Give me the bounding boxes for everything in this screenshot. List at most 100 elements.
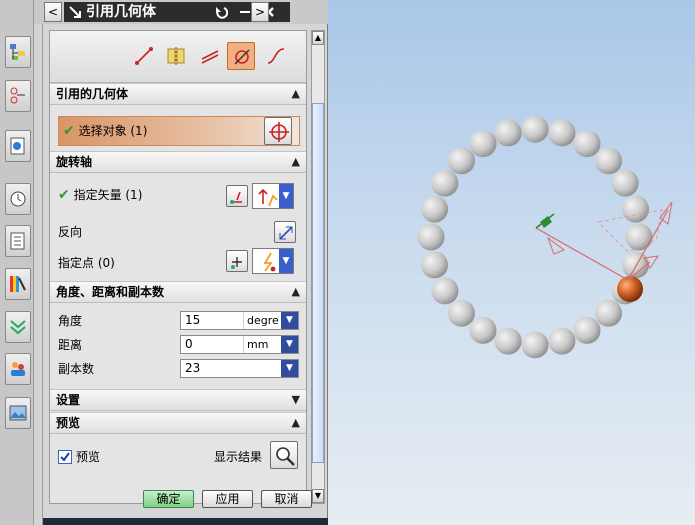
sphere-copy <box>494 119 522 147</box>
mirror-icon[interactable] <box>162 42 190 70</box>
cancel-button[interactable]: 取消 <box>261 490 312 508</box>
chevron-up-icon[interactable]: ▲ <box>292 156 300 168</box>
section-title: 角度、距离和副本数 <box>56 285 165 299</box>
section-settings[interactable]: 设置 ▼ <box>50 389 306 411</box>
preview-label: 预览 <box>76 450 101 464</box>
scroll-up-arrow[interactable]: ▲ <box>312 31 324 45</box>
point-dialog-button[interactable] <box>226 250 248 272</box>
section-title: 预览 <box>56 416 81 430</box>
dialog-title-strip: < 引用几何体 > <box>34 0 328 24</box>
chevron-up-icon[interactable]: ▲ <box>292 88 300 100</box>
section-title: 旋转轴 <box>56 155 93 169</box>
sphere-copy <box>595 299 622 327</box>
parallel-icon[interactable] <box>196 42 224 70</box>
system-materials-icon[interactable] <box>5 225 31 257</box>
sphere-copy <box>448 147 475 175</box>
inferred-point-icon <box>263 252 276 272</box>
unit-dropdown-icon[interactable]: ▼ <box>281 336 298 353</box>
dialog-window: 引用的几何体 ▲ ✔ 选择对象 (1) 旋转轴 ▲ ✔ 指定矢量 (1) ▼ 反… <box>42 24 329 525</box>
panel-scrollbar[interactable]: ▲ ▼ <box>311 30 325 504</box>
scroll-thumb[interactable] <box>312 103 324 463</box>
angle-label: 角度 <box>58 314 83 328</box>
sphere-copy <box>548 327 576 355</box>
visualization-icon[interactable] <box>5 268 31 300</box>
ok-button[interactable]: 确定 <box>143 490 194 508</box>
sphere-copy <box>521 331 549 359</box>
unit-dropdown-icon[interactable]: ▼ <box>281 312 298 329</box>
distance-field[interactable]: 0 mm ▼ <box>180 335 299 354</box>
section-title: 设置 <box>56 393 81 407</box>
sphere-copy <box>421 251 448 279</box>
assembly-navigator-icon[interactable] <box>5 36 31 68</box>
dialog-menu-icon[interactable] <box>68 5 82 19</box>
collapse-right-button[interactable]: > <box>251 2 269 22</box>
vector-type-dropdown[interactable]: ▼ <box>252 183 294 209</box>
reverse-label: 反向 <box>58 225 83 239</box>
copies-label: 副本数 <box>58 362 95 376</box>
sphere-copy <box>622 195 649 223</box>
sphere-copy <box>469 316 497 344</box>
copies-field[interactable]: 23 ▼ <box>180 359 299 378</box>
select-object-status: ✔ 选择对象 (1) <box>63 123 148 139</box>
apply-button[interactable]: 应用 <box>202 490 253 508</box>
sphere-copy <box>431 169 459 197</box>
chevron-down-icon[interactable]: ▼ <box>279 249 293 273</box>
resource-bar <box>0 0 34 525</box>
sphere-copy <box>611 169 639 197</box>
chevron-up-icon[interactable]: ▲ <box>292 417 300 429</box>
section-angle-distance-copies[interactable]: 角度、距离和副本数 ▲ <box>50 281 306 303</box>
dialog-bottom-edge <box>43 518 329 525</box>
graphics-viewport[interactable] <box>328 0 695 525</box>
angle-field[interactable]: 15 degre ▼ <box>180 311 299 330</box>
process-icon[interactable] <box>5 311 31 343</box>
scroll-down-arrow[interactable]: ▼ <box>312 489 324 503</box>
landscape-icon[interactable] <box>5 397 31 429</box>
preview-checkbox[interactable] <box>58 450 72 464</box>
constraint-navigator-icon[interactable] <box>5 80 31 112</box>
sphere-copy <box>521 115 549 143</box>
checkmark-icon <box>60 452 70 462</box>
minimize-icon[interactable] <box>238 5 252 19</box>
crosshair-select-button[interactable] <box>264 117 292 145</box>
sphere-copy <box>431 277 459 305</box>
chevron-down-icon[interactable]: ▼ <box>292 394 300 406</box>
type-toolbar <box>50 31 306 83</box>
show-result-button[interactable] <box>270 441 298 469</box>
options-dropdown-icon[interactable]: ▼ <box>281 360 298 377</box>
section-referenced-geometry[interactable]: 引用的几何体 ▲ <box>50 83 306 105</box>
selected-sphere[interactable] <box>617 276 643 302</box>
reset-icon[interactable] <box>214 5 228 19</box>
sphere-copy <box>448 299 475 327</box>
scene-canvas[interactable] <box>328 0 695 525</box>
distance-label: 距离 <box>58 338 83 352</box>
history-icon[interactable] <box>5 183 31 215</box>
chevron-down-icon[interactable]: ▼ <box>279 184 293 208</box>
point-type-dropdown[interactable]: ▼ <box>252 248 294 274</box>
sphere-copy <box>417 223 445 251</box>
check-icon: ✔ <box>58 187 70 203</box>
sphere-copy <box>421 195 448 223</box>
show-result-label: 显示结果 <box>214 450 263 464</box>
part-navigator-icon[interactable] <box>5 130 31 162</box>
collapse-left-button[interactable]: < <box>44 2 62 22</box>
line-icon[interactable] <box>130 42 158 70</box>
sphere-copy <box>494 327 522 355</box>
dialog-panel: 引用的几何体 ▲ ✔ 选择对象 (1) 旋转轴 ▲ ✔ 指定矢量 (1) ▼ 反… <box>49 30 307 504</box>
magnifier-icon <box>276 447 295 466</box>
roles-icon[interactable] <box>5 353 31 385</box>
section-rotation-axis[interactable]: 旋转轴 ▲ <box>50 151 306 173</box>
rotate-icon[interactable] <box>227 42 255 70</box>
inferred-vector-icon <box>258 188 278 207</box>
page-title: 引用几何体 <box>86 4 156 20</box>
sphere-copy <box>469 130 497 158</box>
curve-icon[interactable] <box>262 42 290 70</box>
specify-point-label: 指定点 (0) <box>58 256 115 270</box>
section-preview[interactable]: 预览 ▲ <box>50 412 306 434</box>
section-title: 引用的几何体 <box>56 87 129 101</box>
reverse-direction-button[interactable] <box>274 221 296 243</box>
sphere-copy <box>573 316 601 344</box>
specify-vector-label: ✔ 指定矢量 (1) <box>58 187 143 203</box>
vector-dialog-button[interactable] <box>226 185 248 207</box>
sphere-copy <box>625 223 653 251</box>
chevron-up-icon[interactable]: ▲ <box>292 286 300 298</box>
